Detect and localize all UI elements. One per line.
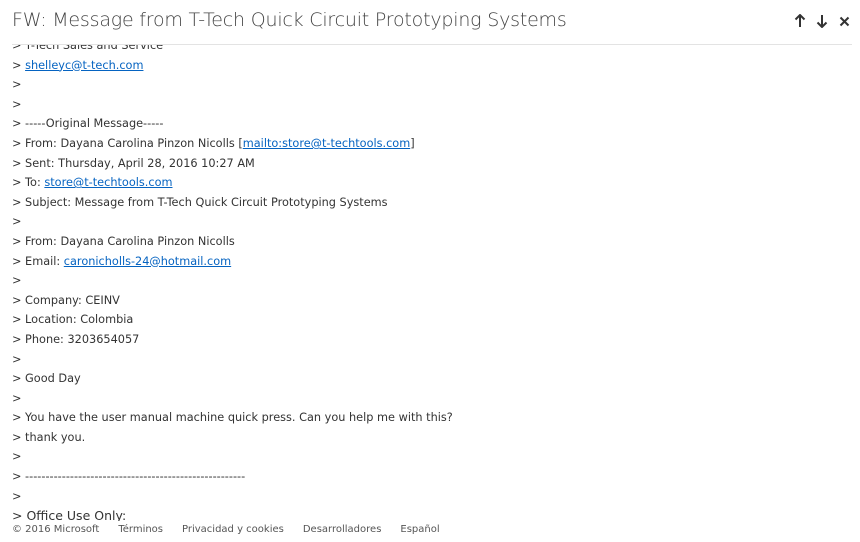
to-line: > To: store@t-techtools.com: [12, 173, 453, 193]
message-line: > T-Tech Sales and Service: [12, 45, 164, 52]
developers-link[interactable]: Desarrolladores: [303, 524, 382, 535]
phone-line: > Phone: 3203654057: [12, 332, 140, 346]
message-subject: FW: Message from T-Tech Quick Circuit Pr…: [12, 9, 567, 31]
email-link-shelleyc[interactable]: shelleyc@t-tech.com: [25, 59, 143, 72]
email-prefix: > Email:: [12, 254, 64, 268]
message-navigation: [792, 11, 852, 31]
next-message-button[interactable]: [814, 11, 830, 31]
line-prefix: >: [12, 58, 26, 72]
close-message-button[interactable]: [836, 11, 852, 31]
to-prefix: > To:: [12, 176, 45, 190]
separator-line: > --------------------------------------…: [12, 470, 246, 484]
message-line: >: [12, 97, 22, 111]
message-body[interactable]: > T-Tech Sales and Service > shelleyc@t-…: [0, 45, 860, 521]
email-link-store[interactable]: store@t-techtools.com: [44, 176, 172, 189]
message-line: >: [12, 489, 22, 503]
message-line: >: [12, 352, 22, 366]
request-line: > You have the user manual machine quick…: [12, 411, 453, 425]
greeting-line: > Good Day: [12, 372, 81, 386]
email-line: > Email: caronicholls-24@hotmail.com: [12, 252, 453, 272]
message-line: >: [12, 274, 22, 288]
from-suffix: ]: [410, 136, 415, 150]
company-line: > Company: CEINV: [12, 293, 120, 307]
email-link-caronicholls[interactable]: caronicholls-24@hotmail.com: [64, 255, 231, 268]
language-link[interactable]: Español: [400, 524, 439, 535]
message-line: >: [12, 391, 22, 405]
message-line: >: [12, 215, 22, 229]
copyright-text: © 2016 Microsoft: [12, 524, 100, 535]
sender-name-line: > From: Dayana Carolina Pinzon Nicolls: [12, 234, 235, 248]
from-prefix: > From: Dayana Carolina Pinzon Nicolls [: [12, 136, 243, 150]
page-footer: © 2016 Microsoft Términos Privacidad y c…: [0, 521, 860, 542]
subject-line: > Subject: Message from T-Tech Quick Cir…: [12, 195, 388, 209]
previous-message-button[interactable]: [792, 11, 808, 31]
arrow-down-icon: [816, 14, 828, 28]
message-text: > T-Tech Sales and Service > shelleyc@t-…: [12, 45, 453, 521]
privacy-link[interactable]: Privacidad y cookies: [182, 524, 284, 535]
message-line: >: [12, 78, 22, 92]
reading-pane-header: FW: Message from T-Tech Quick Circuit Pr…: [0, 0, 860, 45]
sent-line: > Sent: Thursday, April 28, 2016 10:27 A…: [12, 156, 255, 170]
message-line: >: [12, 450, 22, 464]
terms-link[interactable]: Términos: [118, 524, 163, 535]
location-line: > Location: Colombia: [12, 313, 134, 327]
message-line: > shelleyc@t-tech.com: [12, 56, 453, 76]
mailto-link-store[interactable]: mailto:store@t-techtools.com: [243, 137, 410, 150]
office-use-line: > Office Use Only:: [12, 508, 127, 521]
close-icon: [839, 16, 850, 27]
from-line: > From: Dayana Carolina Pinzon Nicolls […: [12, 134, 453, 154]
original-message-line: > -----Original Message-----: [12, 117, 164, 131]
arrow-up-icon: [794, 14, 806, 28]
thanks-line: > thank you.: [12, 430, 86, 444]
